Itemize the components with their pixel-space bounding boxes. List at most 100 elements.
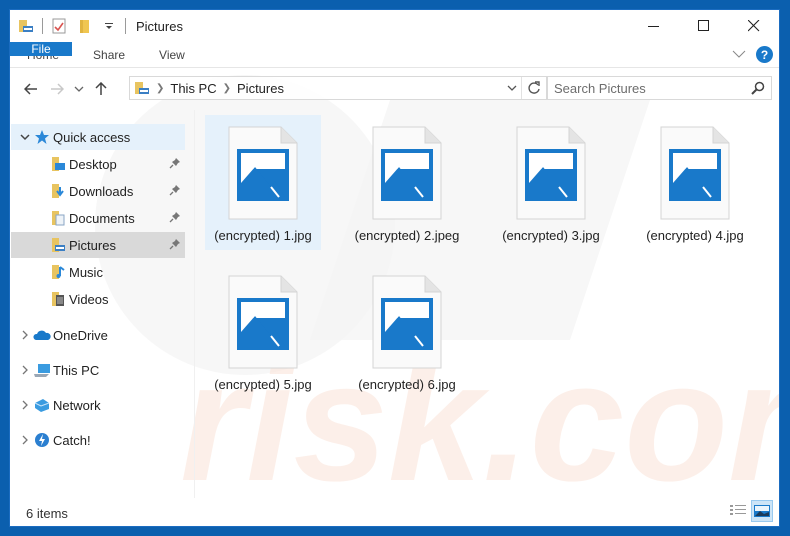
refresh-icon: [528, 81, 540, 94]
forward-button[interactable]: [44, 76, 70, 102]
sidebar-item-music[interactable]: Music: [11, 259, 185, 285]
network-icon: [33, 396, 51, 414]
maximize-icon: [698, 20, 709, 31]
arrow-left-icon: [24, 83, 37, 95]
catch-app-icon: [33, 431, 51, 449]
properties-check-icon[interactable]: [51, 18, 67, 34]
file-item[interactable]: (encrypted) 2.jpeg: [349, 115, 465, 250]
collapsed-chevron-icon[interactable]: [17, 365, 33, 375]
file-list: (encrypted) 1.jpg (encrypted) 2.jpeg (en…: [195, 110, 779, 498]
navigation-pane: Quick access Desktop Downloads Documents…: [10, 118, 185, 498]
sidebar-item-downloads[interactable]: Downloads: [11, 178, 185, 204]
sidebar-item-documents[interactable]: Documents: [11, 205, 185, 231]
file-name: (encrypted) 2.jpeg: [354, 228, 460, 243]
title-bar: Pictures: [10, 10, 779, 42]
minimize-button[interactable]: [629, 10, 679, 42]
window-title: Pictures: [136, 18, 183, 34]
sidebar-item-label: Pictures: [69, 237, 116, 253]
sidebar-item-pictures[interactable]: Pictures: [11, 232, 185, 258]
sidebar-item-label: Network: [53, 397, 101, 413]
videos-folder-icon: [49, 290, 67, 308]
search-icon[interactable]: [751, 81, 765, 100]
sidebar-item-this-pc[interactable]: This PC: [11, 357, 185, 383]
close-icon: [748, 20, 760, 32]
image-file-icon: [372, 275, 442, 369]
file-name: (encrypted) 1.jpg: [214, 228, 312, 243]
maximize-button[interactable]: [679, 10, 729, 42]
expand-ribbon-button[interactable]: [732, 46, 746, 64]
pin-icon[interactable]: [169, 211, 181, 226]
help-button[interactable]: ?: [756, 46, 773, 63]
breadcrumb-this-pc[interactable]: This PC: [170, 81, 216, 96]
new-folder-icon[interactable]: [77, 18, 93, 34]
refresh-button[interactable]: [524, 77, 544, 99]
back-button[interactable]: [18, 76, 44, 102]
file-item[interactable]: (encrypted) 5.jpg: [205, 264, 321, 399]
toolbar-separator: [42, 18, 43, 34]
sidebar-item-label: Desktop: [69, 156, 117, 172]
large-icons-view-button[interactable]: [751, 500, 773, 522]
pictures-folder-icon: [134, 80, 150, 96]
documents-folder-icon: [49, 209, 67, 227]
breadcrumb-separator: ❯: [156, 82, 165, 94]
image-file-icon: [228, 275, 298, 369]
view-switcher: [727, 500, 773, 522]
up-button[interactable]: [88, 76, 114, 102]
status-bar: 6 items: [10, 500, 779, 526]
customize-dropdown-icon[interactable]: [101, 18, 117, 34]
details-view-icon: [730, 505, 746, 515]
window-controls: [629, 10, 779, 42]
computer-icon: [33, 361, 51, 379]
folder-properties-icon[interactable]: [18, 18, 34, 34]
recent-locations-button[interactable]: [70, 76, 88, 102]
quick-access-toolbar: Pictures: [10, 10, 183, 42]
chevron-down-icon: [74, 86, 84, 92]
details-view-button[interactable]: [727, 500, 749, 522]
sidebar-item-network[interactable]: Network: [11, 392, 185, 418]
item-count: 6 items: [26, 505, 68, 521]
sidebar-item-quick-access[interactable]: Quick access: [11, 124, 185, 150]
file-name: (encrypted) 5.jpg: [214, 377, 312, 392]
expanded-chevron-icon[interactable]: [17, 133, 33, 141]
file-item[interactable]: (encrypted) 6.jpg: [349, 264, 465, 399]
ribbon-tabs: File Home Share View ?: [10, 42, 779, 68]
pin-icon[interactable]: [169, 184, 181, 199]
sidebar-item-onedrive[interactable]: OneDrive: [11, 322, 185, 348]
sidebar-item-videos[interactable]: Videos: [11, 286, 185, 312]
arrow-up-icon: [95, 82, 107, 95]
sidebar-item-label: Music: [69, 264, 103, 280]
collapsed-chevron-icon[interactable]: [17, 400, 33, 410]
sidebar-item-label: Catch!: [53, 432, 91, 448]
sidebar-item-label: OneDrive: [53, 327, 108, 343]
sidebar-item-desktop[interactable]: Desktop: [11, 151, 185, 177]
address-bar[interactable]: ❯ This PC ❯ Pictures: [129, 76, 547, 100]
sidebar-item-label: Videos: [69, 291, 109, 307]
pin-icon[interactable]: [169, 157, 181, 172]
minimize-icon: [648, 26, 659, 27]
file-name: (encrypted) 3.jpg: [502, 228, 600, 243]
music-folder-icon: [49, 263, 67, 281]
sidebar-item-label: Quick access: [53, 129, 131, 145]
downloads-folder-icon: [49, 182, 67, 200]
onedrive-cloud-icon: [33, 326, 51, 344]
tab-file[interactable]: File: [10, 42, 72, 56]
file-item[interactable]: (encrypted) 3.jpg: [493, 115, 609, 250]
image-file-icon: [660, 126, 730, 220]
toolbar-separator: [125, 18, 126, 34]
breadcrumb-separator: ❯: [222, 82, 232, 94]
address-dropdown-button[interactable]: [502, 77, 522, 99]
file-item[interactable]: (encrypted) 1.jpg: [205, 115, 321, 250]
sidebar-item-catch[interactable]: Catch!: [11, 427, 185, 453]
collapsed-chevron-icon[interactable]: [17, 435, 33, 445]
tab-view[interactable]: View: [142, 42, 202, 67]
collapsed-chevron-icon[interactable]: [17, 330, 33, 340]
file-item[interactable]: (encrypted) 4.jpg: [637, 115, 753, 250]
pictures-folder-icon: [49, 236, 67, 254]
image-file-icon: [372, 126, 442, 220]
close-button[interactable]: [729, 10, 779, 42]
pin-icon[interactable]: [169, 238, 181, 253]
breadcrumb-pictures[interactable]: Pictures: [237, 81, 284, 96]
tab-share[interactable]: Share: [76, 42, 142, 67]
search-input[interactable]: [548, 80, 738, 96]
large-icons-view-icon: [754, 505, 770, 517]
